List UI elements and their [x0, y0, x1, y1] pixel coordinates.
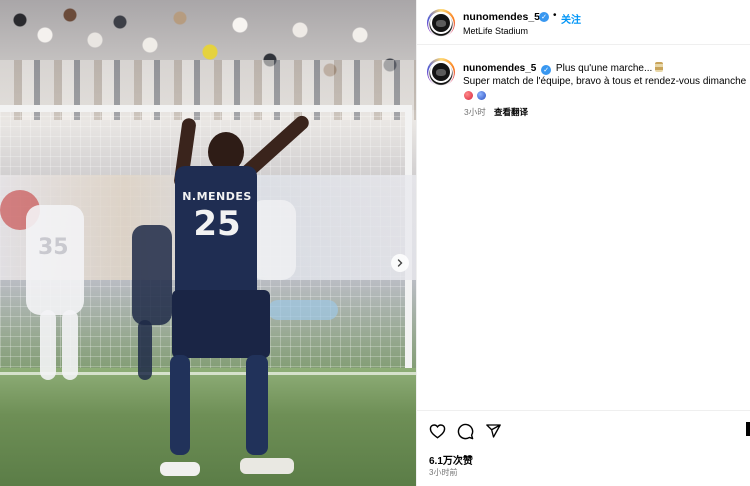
next-photo-button[interactable] [391, 254, 409, 272]
background-player-dark [132, 225, 172, 325]
see-translation-link[interactable]: 查看翻译 [494, 106, 528, 118]
background-goalkeeper [268, 300, 338, 320]
pitch [0, 368, 416, 486]
heart-icon [429, 424, 445, 439]
background-player-leg [138, 320, 152, 380]
player-shorts [172, 290, 270, 358]
share-icon [485, 424, 501, 438]
share-button[interactable] [484, 422, 502, 440]
avatar-image [430, 12, 452, 34]
jersey-number: 25 [193, 204, 241, 244]
comment-button[interactable] [456, 422, 474, 440]
caption-text-line1: Plus qu'une marche... [555, 63, 653, 74]
avatar[interactable] [427, 9, 455, 37]
header-username[interactable]: nunomendes_5 [463, 11, 540, 23]
post-time[interactable]: 3小时前 [429, 467, 457, 478]
verified-badge-icon: ✓ [541, 65, 552, 75]
separator-dot: • [553, 10, 557, 21]
likes-count[interactable]: 6.1万次赞 [429, 452, 473, 467]
background-player-leg [62, 310, 78, 380]
jersey-name: N.MENDES [182, 190, 252, 203]
background-player-number: 35 [38, 235, 69, 260]
post-actions: 6.1万次赞 3小时前 [417, 410, 750, 486]
caption-line-1: nunomendes_5 ✓ Plus qu'une marche... [463, 62, 664, 75]
comment-icon [457, 423, 473, 439]
background-player-leg [40, 310, 56, 380]
location-link[interactable]: MetLife Stadium [463, 26, 528, 36]
post-details-panel: nunomendes_5 ✓ • 关注 MetLife Stadium nuno… [416, 0, 750, 486]
post-photo[interactable]: 35 N.MENDES 25 [0, 0, 416, 486]
follow-button[interactable]: 关注 [561, 11, 581, 26]
avatar-image [430, 61, 452, 83]
caption-avatar[interactable] [427, 58, 455, 86]
bookmark-icon[interactable] [746, 422, 750, 436]
player-leg [170, 355, 190, 455]
caption-text-line2: Super match de l'équipe, bravo à tous et… [463, 76, 747, 87]
post-header: nunomendes_5 ✓ • 关注 MetLife Stadium [417, 0, 750, 45]
like-button[interactable] [428, 422, 446, 440]
red-circle-icon [464, 91, 473, 100]
caption-time: 3小时 [464, 107, 486, 117]
blue-circle-icon [477, 91, 486, 100]
player-boot [160, 462, 200, 476]
player-leg [246, 355, 268, 455]
chevron-right-icon [397, 259, 403, 267]
background-player-white [26, 205, 84, 315]
caption-username[interactable]: nunomendes_5 [463, 63, 536, 74]
hourglass-icon [655, 62, 664, 72]
verified-badge-icon: ✓ [539, 12, 549, 22]
player-boot [240, 458, 294, 474]
